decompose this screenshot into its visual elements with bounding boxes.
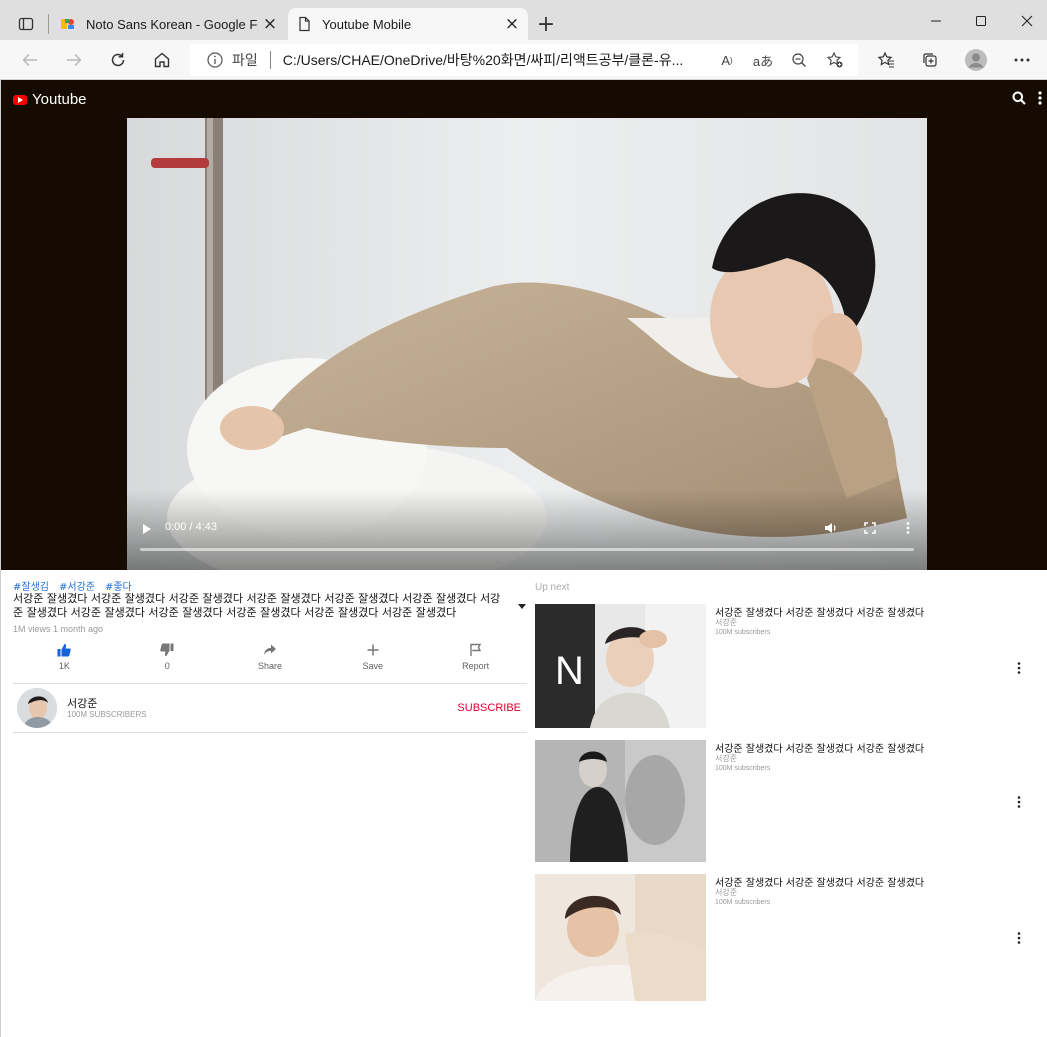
hashtag-link[interactable]: #잘생김	[13, 578, 49, 593]
video-more-icon[interactable]	[900, 520, 916, 536]
up-next-item[interactable]: 서강준 잘생겼다 서강준 잘생겼다 서강준 잘생겼다 서강준 100M subs…	[535, 874, 1035, 1001]
up-next-label: Up next	[535, 582, 570, 593]
channel-subscribers: 100M SUBSCRIBERS	[67, 710, 147, 719]
favorites-icon[interactable]	[872, 46, 900, 74]
up-next-subscribers: 100M subscribers	[715, 629, 771, 636]
plus-icon	[365, 642, 381, 658]
video-title: 서강준 잘생겼다 서강준 잘생겼다 서강준 잘생겼다 서강준 잘생겼다 서강준 …	[13, 592, 501, 619]
maximize-icon[interactable]	[961, 8, 1001, 34]
play-icon[interactable]	[141, 521, 153, 535]
zoom-out-icon[interactable]	[788, 50, 810, 70]
google-fonts-favicon-icon	[60, 16, 76, 32]
collections-icon[interactable]	[916, 46, 944, 74]
video-player[interactable]: 0:00 / 4:43	[127, 118, 927, 570]
refresh-icon[interactable]	[104, 46, 132, 74]
add-favorite-icon[interactable]	[824, 50, 846, 70]
up-next-item[interactable]: N 서강준 잘생겼다 서강준 잘생겼다 서강준 잘생겼다 서강준 100M su…	[535, 604, 1035, 728]
browser-more-icon[interactable]	[1008, 46, 1036, 74]
translate-icon[interactable]: aあ	[752, 50, 774, 70]
youtube-logo[interactable]: Youtube	[13, 91, 87, 108]
tab-close-icon[interactable]: ×	[258, 12, 282, 36]
controls-overlay	[127, 490, 927, 570]
channel-row: 서강준 100M SUBSCRIBERS SUBSCRIBE	[13, 683, 527, 733]
logo-text: Youtube	[32, 91, 87, 108]
flag-icon	[468, 642, 484, 658]
web-page: Youtube 0:00 / 4:43 #잘생김 #서강준 #좋다 서강준 잘생…	[0, 80, 1047, 1037]
channel-name[interactable]: 서강준	[67, 695, 97, 711]
video-time: 0:00 / 4:43	[165, 521, 217, 533]
save-button[interactable]: Save	[321, 642, 424, 678]
info-icon[interactable]	[206, 51, 224, 69]
fullscreen-icon[interactable]	[862, 520, 878, 536]
up-next-section: Up next N 서강준 잘생겼다 서강준 잘생겼다 서강준 잘생겼다 서강준…	[535, 582, 1035, 1001]
close-window-icon[interactable]	[1007, 8, 1047, 34]
menu-more-icon[interactable]	[1032, 90, 1047, 106]
tab-close-icon[interactable]: ×	[500, 12, 524, 36]
save-label: Save	[362, 661, 384, 671]
thumbs-down-icon	[159, 642, 175, 658]
page-favicon-icon	[296, 16, 312, 32]
youtube-logo-icon	[13, 94, 27, 105]
up-next-title[interactable]: 서강준 잘생겼다 서강준 잘생겼다 서강준 잘생겼다	[715, 604, 924, 619]
video-info: #잘생김 #서강준 #좋다 서강준 잘생겼다 서강준 잘생겼다 서강준 잘생겼다…	[13, 578, 527, 733]
profile-icon[interactable]	[962, 46, 990, 74]
search-icon[interactable]	[1011, 90, 1027, 106]
home-icon[interactable]	[148, 46, 176, 74]
up-next-title[interactable]: 서강준 잘생겼다 서강준 잘생겼다 서강준 잘생겼다	[715, 874, 924, 889]
subscribe-button[interactable]: SUBSCRIBE	[457, 702, 521, 714]
tab-actions-icon[interactable]	[10, 10, 42, 38]
up-next-title[interactable]: 서강준 잘생겼다 서강준 잘생겼다 서강준 잘생겼다	[715, 740, 924, 755]
share-button[interactable]: Share	[219, 642, 322, 678]
dislike-count: 0	[164, 661, 170, 671]
up-next-item[interactable]: 서강준 잘생겼다 서강준 잘생겼다 서강준 잘생겼다 서강준 100M subs…	[535, 740, 1035, 862]
video-thumbnail[interactable]	[535, 874, 706, 1001]
item-more-icon[interactable]	[1013, 661, 1025, 675]
share-label: Share	[257, 661, 282, 671]
browser-toolbar: 파일 C:/Users/CHAE/OneDrive/바탕%20화면/싸피/리액트…	[0, 40, 1047, 80]
up-next-subscribers: 100M subscribers	[715, 765, 771, 772]
scheme-label: 파일	[232, 52, 258, 68]
player-area: Youtube 0:00 / 4:43	[1, 80, 1047, 570]
action-bar: 1K 0 Share Save Report	[13, 642, 527, 678]
up-next-subscribers: 100M subscribers	[715, 899, 771, 906]
tab-separator	[48, 14, 49, 34]
thumbs-up-icon	[56, 642, 72, 658]
up-next-channel: 서강준	[715, 888, 738, 897]
address-divider	[269, 51, 271, 69]
like-count: 1K	[58, 661, 70, 671]
video-meta: 1M views 1 month ago	[13, 624, 104, 634]
browser-tab-bar: Noto Sans Korean - Google Fonts × Youtub…	[0, 0, 1047, 40]
report-button[interactable]: Report	[424, 642, 527, 678]
item-more-icon[interactable]	[1013, 795, 1025, 809]
like-button[interactable]: 1K	[13, 642, 116, 678]
hashtag-link[interactable]: #좋다	[105, 578, 132, 593]
video-thumbnail[interactable]	[535, 740, 706, 862]
hashtags: #잘생김 #서강준 #좋다	[13, 578, 527, 593]
minimize-icon[interactable]	[916, 8, 956, 34]
report-label: Report	[462, 661, 490, 671]
tab-title: Noto Sans Korean - Google Fonts	[86, 16, 258, 32]
hashtag-link[interactable]: #서강준	[59, 578, 95, 593]
forward-icon[interactable]	[60, 46, 88, 74]
channel-avatar[interactable]	[17, 688, 57, 728]
tab-google-fonts[interactable]: Noto Sans Korean - Google Fonts ×	[52, 8, 286, 40]
volume-icon[interactable]	[823, 520, 839, 536]
share-icon	[262, 642, 278, 658]
title-row: 서강준 잘생겼다 서강준 잘생겼다 서강준 잘생겼다 서강준 잘생겼다 서강준 …	[13, 592, 527, 620]
item-more-icon[interactable]	[1013, 931, 1025, 945]
tab-youtube-mobile[interactable]: Youtube Mobile ×	[288, 8, 528, 40]
up-next-channel: 서강준	[715, 618, 738, 627]
address-bar[interactable]: 파일 C:/Users/CHAE/OneDrive/바탕%20화면/싸피/리액트…	[190, 44, 858, 76]
dislike-button[interactable]: 0	[116, 642, 219, 678]
caret-down-icon[interactable]	[517, 595, 527, 609]
video-thumbnail[interactable]: N	[535, 604, 706, 728]
svg-text:N: N	[555, 649, 584, 693]
progress-bar[interactable]	[140, 548, 914, 551]
new-tab-button[interactable]: +	[534, 12, 558, 37]
url-text[interactable]: C:/Users/CHAE/OneDrive/바탕%20화면/싸피/리액트공부/…	[283, 50, 703, 70]
up-next-channel: 서강준	[715, 754, 738, 763]
read-aloud-icon[interactable]: A)	[716, 50, 738, 70]
tab-title: Youtube Mobile	[322, 16, 412, 32]
back-icon[interactable]	[16, 46, 44, 74]
